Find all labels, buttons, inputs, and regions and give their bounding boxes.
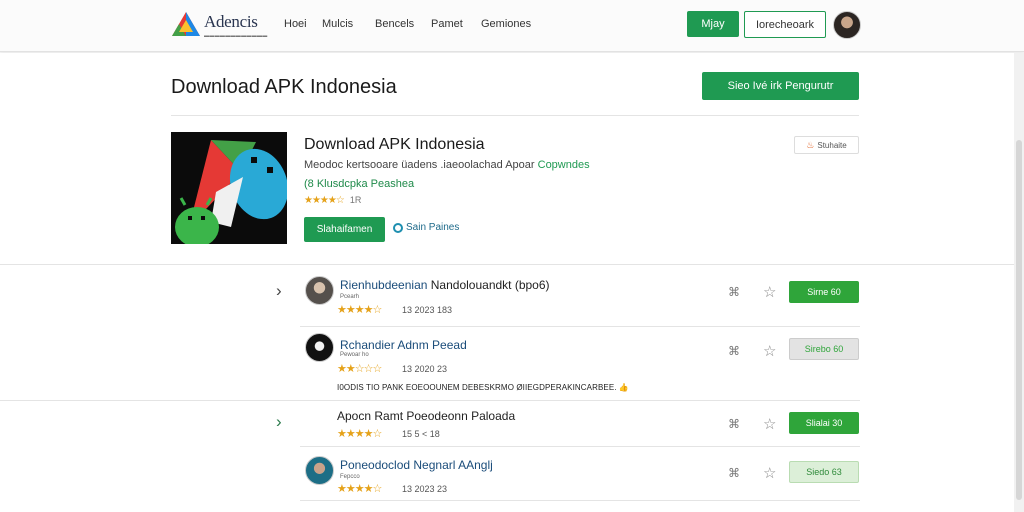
flame-icon: ♨ xyxy=(806,139,815,150)
review-meta: 15 5 < 18 xyxy=(402,429,440,439)
review-subtitle: Pcearh xyxy=(340,294,360,300)
review-author-name[interactable]: Rchandier Adnm Peead xyxy=(340,338,467,352)
divider xyxy=(300,446,860,447)
tag-icon[interactable]: ⌘ xyxy=(728,417,740,431)
review-stars: ★★★★☆ xyxy=(337,304,382,316)
divider xyxy=(0,264,1014,265)
top-action-button[interactable]: Sieo Ivé irk Pengurutr xyxy=(702,72,859,100)
share-badge-label: Stuhaite xyxy=(817,140,847,150)
star-outline-icon[interactable]: ☆ xyxy=(763,415,776,433)
app-description-highlight[interactable]: Copwndes xyxy=(538,159,590,171)
share-link[interactable]: Sain Paines xyxy=(393,222,459,233)
brand-name: Adencis xyxy=(204,12,258,31)
avatar xyxy=(305,333,334,362)
review-meta: 13 2020 23 xyxy=(402,364,448,374)
android-icon xyxy=(171,132,287,244)
nav-item-4[interactable]: Pamet xyxy=(431,18,463,30)
app-subtitle[interactable]: (8 Klusdcpka Peashea xyxy=(304,178,414,190)
star-outline-icon[interactable]: ☆ xyxy=(763,283,776,301)
review-meta: 13 2023 183 xyxy=(402,305,453,315)
avatar xyxy=(305,456,334,485)
app-description: Meodoc kertsooare üadens .iaeoolachad Ap… xyxy=(304,159,590,171)
review-subtitle: Pewoar ho xyxy=(340,352,369,358)
avatar xyxy=(305,276,334,305)
brand-logo-icon[interactable] xyxy=(170,10,202,38)
review-stars: ★★★★☆ xyxy=(337,428,382,440)
app-icon xyxy=(171,132,287,244)
review-stars: ★★★★☆ xyxy=(337,483,382,495)
app-description-text: Meodoc kertsooare üadens .iaeoolachad Ap… xyxy=(304,159,535,171)
scrollbar-thumb[interactable] xyxy=(1016,140,1022,500)
app-rating: ★★★★☆ 1R xyxy=(304,195,361,206)
top-navigation-bar: Adencis ▬▬▬▬▬▬▬▬▬▬▬▬ Hoei Mulcis Bencels… xyxy=(0,0,1024,52)
thumbs-up-icon: 👍 xyxy=(618,383,629,392)
review-comment: I0ODIS TIO PANK EOEOOUNEM DEBESKRMO ØIIE… xyxy=(337,383,629,392)
divider xyxy=(0,400,860,401)
share-badge[interactable]: ♨ Stuhaite xyxy=(794,136,859,154)
divider xyxy=(300,326,860,327)
brand-tagline: ▬▬▬▬▬▬▬▬▬▬▬▬ xyxy=(204,33,268,39)
tag-icon[interactable]: ⌘ xyxy=(728,285,740,299)
user-avatar[interactable] xyxy=(833,11,861,39)
chevron-right-icon[interactable]: › xyxy=(276,412,282,432)
review-author-extra: Nandolouandkt (bpo6) xyxy=(430,278,550,292)
review-subtitle: Fepcco xyxy=(340,474,360,480)
share-link-label: Sain Paines xyxy=(406,222,460,233)
nav-item-3[interactable]: Bencels xyxy=(375,18,414,30)
share-icon xyxy=(393,222,403,233)
header-primary-button[interactable]: Mjay xyxy=(687,11,739,37)
star-outline-icon[interactable]: ☆ xyxy=(763,342,776,360)
review-stars: ★★☆☆☆ xyxy=(337,363,382,375)
header-secondary-button[interactable]: Iorecheoark xyxy=(744,11,826,38)
app-rating-stars: ★★★★☆ xyxy=(304,195,345,206)
brand[interactable]: Adencis ▬▬▬▬▬▬▬▬▬▬▬▬ xyxy=(204,12,268,39)
review-author-name: Rienhubdeenian xyxy=(340,278,428,292)
page-title: Download APK Indonesia xyxy=(171,76,397,98)
app-title: Download APK Indonesia xyxy=(304,136,485,153)
review-author-name[interactable]: Poneodoclod Negnarl AAnglj xyxy=(340,458,493,472)
review-meta: 13 2023 23 xyxy=(402,484,448,494)
review-action-button[interactable]: Sirne 60 xyxy=(789,281,859,303)
app-rating-text: 1R xyxy=(349,195,362,205)
divider xyxy=(171,115,859,116)
chevron-right-icon[interactable]: › xyxy=(276,281,282,301)
review-author-name[interactable]: Apocn Ramt Poeodeonn Paloada xyxy=(337,409,515,423)
tag-icon[interactable]: ⌘ xyxy=(728,466,740,480)
review-action-button[interactable]: Slialai 30 xyxy=(789,412,859,434)
review-author[interactable]: Rienhubdeenian Nandolouandkt (bpo6) xyxy=(340,278,550,292)
tag-icon[interactable]: ⌘ xyxy=(728,344,740,358)
review-action-button[interactable]: Sirebo 60 xyxy=(789,338,859,360)
nav-item-5[interactable]: Gemiones xyxy=(481,18,531,30)
nav-item-2[interactable]: Mulcis xyxy=(322,18,353,30)
star-outline-icon[interactable]: ☆ xyxy=(763,464,776,482)
divider xyxy=(300,500,860,501)
install-button[interactable]: Slahaifamen xyxy=(304,217,385,242)
nav-item-1[interactable]: Hoei xyxy=(284,18,307,30)
review-action-button[interactable]: Siedo 63 xyxy=(789,461,859,483)
review-comment-text: I0ODIS TIO PANK EOEOOUNEM DEBESKRMO ØIIE… xyxy=(337,383,617,392)
